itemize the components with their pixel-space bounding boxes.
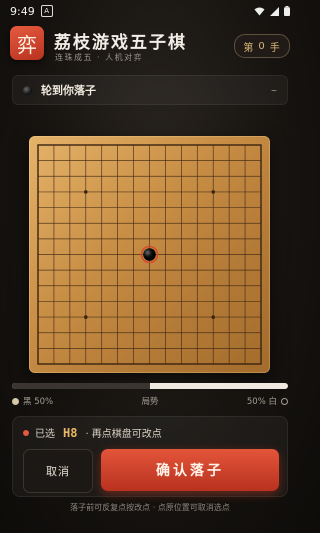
star-point: [83, 315, 88, 319]
gomoku-board[interactable]: [29, 136, 270, 373]
battery-icon: [284, 6, 290, 16]
app-header: 弈 荔枝游戏五子棋 连珠成五 · 人机对弈 第 0 手: [10, 26, 290, 70]
app-title: 荔枝游戏五子棋: [54, 33, 187, 53]
black-stone-icon: [23, 85, 32, 95]
white-share-label: 50% 白: [246, 397, 277, 407]
star-point: [211, 190, 216, 194]
cancel-button[interactable]: 取消: [23, 449, 93, 493]
footer-hint: 落子前可反复点按改点 · 点原位置可取消选点: [70, 503, 230, 512]
app-logo: 弈: [10, 26, 44, 60]
turn-trailing: –: [271, 83, 277, 97]
black-stone[interactable]: [143, 248, 156, 261]
selection-prefix: 已选: [35, 429, 55, 440]
selection-hint: · 再点棋盘可改点: [85, 429, 162, 440]
signal-icon: [270, 6, 279, 16]
selection-dot-icon: [23, 429, 29, 436]
confirm-move-button[interactable]: 确认落子: [101, 449, 279, 491]
move-counter-badge: 第 0 手: [234, 34, 290, 58]
wifi-icon: [254, 7, 265, 15]
selection-info: 已选 H8 · 再点棋盘可改点: [23, 425, 162, 440]
move-prefix: 第: [243, 42, 255, 54]
white-dot-icon: [281, 397, 288, 405]
evaluation-bar: [12, 383, 288, 389]
star-point: [211, 315, 216, 319]
notification-icon: A: [40, 5, 53, 17]
star-point: [83, 190, 88, 194]
status-bar: 9:49 A: [0, 0, 300, 22]
selected-coordinate: H8: [63, 425, 78, 440]
turn-text: 轮到你落子: [41, 84, 96, 97]
turn-indicator: 轮到你落子 –: [12, 75, 288, 105]
move-suffix: 手: [269, 42, 281, 54]
app-subtitle: 连珠成五 · 人机对弈: [55, 53, 144, 62]
evaluation-black-fill: [12, 383, 150, 389]
evaluation-labels: 黑 50% 局势 50% 白: [12, 395, 288, 407]
clock: 9:49: [10, 4, 35, 18]
board-grid[interactable]: [29, 136, 270, 373]
move-action-panel: 已选 H8 · 再点棋盘可改点 取消 确认落子: [12, 416, 288, 497]
move-number: 0: [258, 40, 266, 52]
